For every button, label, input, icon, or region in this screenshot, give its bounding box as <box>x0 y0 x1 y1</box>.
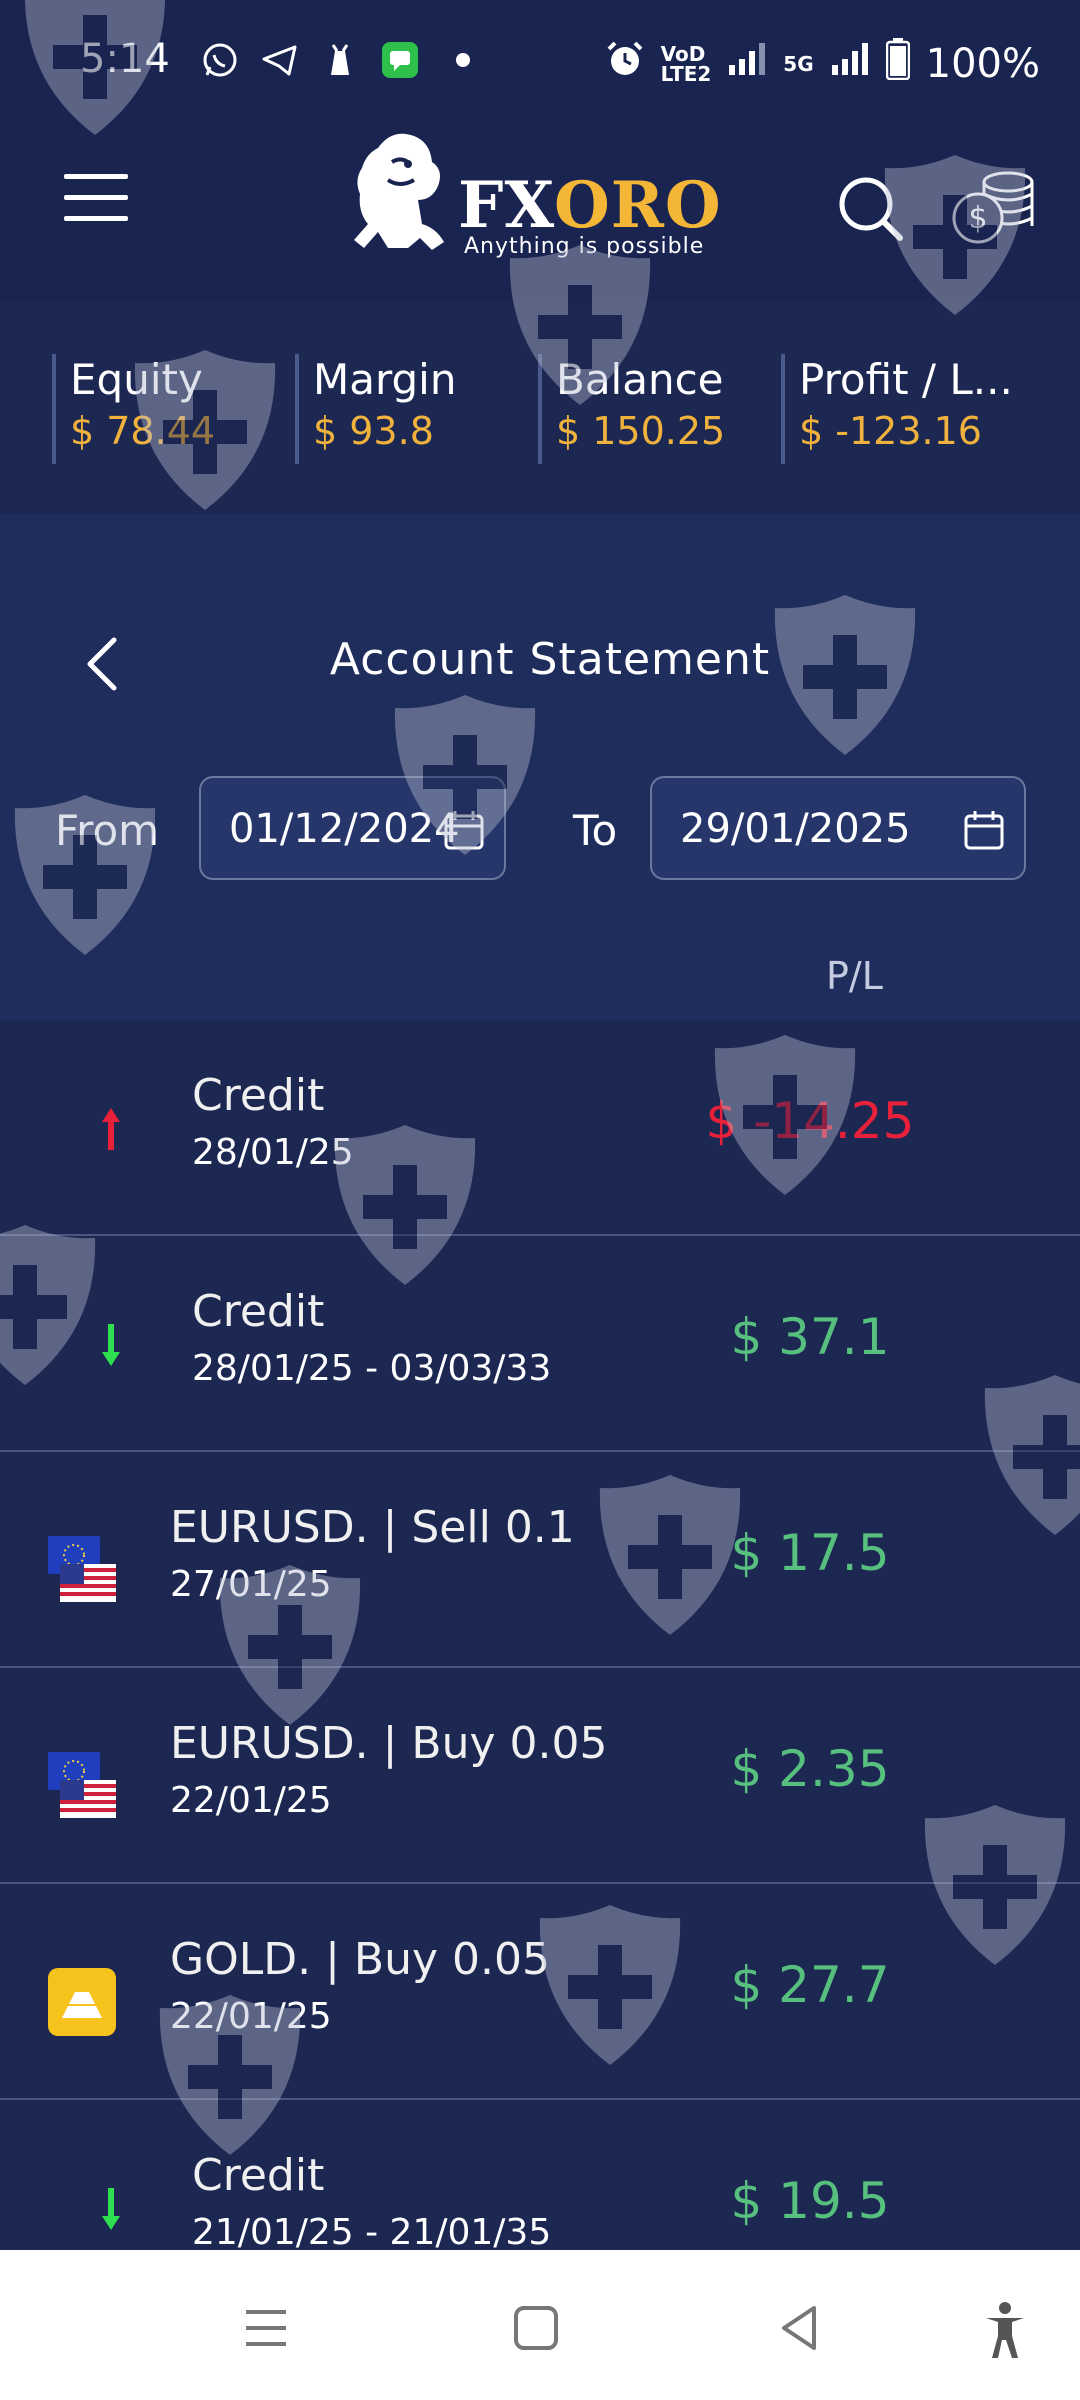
gold-bars-icon <box>48 1968 116 2036</box>
whatsapp-icon <box>200 40 240 80</box>
notification-icons <box>200 40 470 80</box>
status-bar: 5:14 VoD LTE2 5G 100% <box>0 0 1080 124</box>
menu-line <box>64 195 128 200</box>
row-title: GOLD. | Buy 0.05 <box>170 1934 550 1985</box>
signal-icon-2 <box>830 41 870 87</box>
to-date-value: 29/01/2025 <box>680 806 911 852</box>
list-item[interactable]: EURUSD. | Sell 0.1 27/01/25 $ 17.5 <box>0 1452 1080 1668</box>
row-title: EURUSD. | Sell 0.1 <box>170 1502 575 1553</box>
app-notification-icon <box>320 40 360 80</box>
deposit-coins-button[interactable]: $ <box>950 168 1036 248</box>
row-date: 22/01/25 <box>170 1780 332 1821</box>
list-item[interactable]: Credit 28/01/25 - 03/03/33 $ 37.1 <box>0 1236 1080 1452</box>
balance-label: Balance <box>556 355 724 404</box>
account-statement-panel: Account Statement From 01/12/2024 To 29/… <box>0 514 1080 2316</box>
system-status: VoD LTE2 5G 100% <box>605 38 1040 90</box>
logo-wordmark: FXORO <box>458 168 722 243</box>
list-item[interactable]: EURUSD. | Buy 0.05 22/01/25 $ 2.35 <box>0 1668 1080 1884</box>
row-amount: $ 17.5 <box>730 1524 890 1582</box>
row-amount: $ 2.35 <box>730 1740 890 1798</box>
home-icon <box>514 2306 558 2350</box>
row-amount: $ 19.5 <box>730 2172 890 2230</box>
to-date-input[interactable]: 29/01/2025 <box>650 776 1026 880</box>
search-button[interactable] <box>836 174 906 244</box>
pl-column-header: P/L <box>826 954 883 998</box>
recent-apps-button[interactable] <box>236 2300 296 2356</box>
signal-icon-1 <box>727 41 767 87</box>
fxoro-logo: FXORO Anything is possible <box>348 124 721 264</box>
accessibility-icon <box>986 2302 1024 2358</box>
profit-loss-label: Profit / L... <box>799 355 1013 404</box>
messages-icon <box>380 40 420 80</box>
alarm-icon <box>605 39 645 89</box>
more-notifications-dot <box>456 53 470 67</box>
from-date-input[interactable]: 01/12/2024 <box>199 776 506 880</box>
5g-label: 5G <box>783 52 814 76</box>
summary-profit-loss: Profit / L... $ -123.16 <box>781 354 1013 464</box>
profit-loss-value: $ -123.16 <box>799 409 982 453</box>
date-range-filter: From 01/12/2024 To 29/01/2025 <box>0 776 1080 886</box>
row-date: 22/01/25 <box>170 1996 332 2037</box>
arrow-down-icon <box>102 2188 120 2230</box>
accessibility-button[interactable] <box>980 2300 1040 2358</box>
svg-text:$: $ <box>968 201 987 236</box>
to-label: To <box>573 806 618 855</box>
coins-icon: $ <box>952 171 1034 244</box>
transaction-list: Credit 28/01/25 $ -14.25 Credit 28/01/25… <box>0 1020 1080 2316</box>
lte-label: VoD LTE2 <box>660 42 712 86</box>
account-summary: Equity $ 78.44 Margin $ 93.8 Balance $ 1… <box>0 302 1080 514</box>
eurusd-flag-icon <box>48 1752 116 1818</box>
arrow-up-icon <box>102 1108 120 1150</box>
row-amount: $ 37.1 <box>730 1308 890 1366</box>
menu-line <box>64 174 128 179</box>
equity-label: Equity <box>70 355 203 404</box>
arrow-down-icon <box>102 1324 120 1366</box>
row-title: Credit <box>192 1070 325 1121</box>
back-nav-button[interactable] <box>770 2300 830 2356</box>
row-amount: $ 27.7 <box>730 1956 890 2014</box>
battery-icon <box>885 38 910 90</box>
logo-tagline: Anything is possible <box>464 234 705 259</box>
summary-balance: Balance $ 150.25 <box>538 354 725 464</box>
summary-equity: Equity $ 78.44 <box>52 354 215 464</box>
row-date: 27/01/25 <box>170 1564 332 1605</box>
menu-line <box>64 216 128 221</box>
calendar-icon[interactable] <box>962 808 1006 852</box>
back-triangle-icon <box>782 2306 816 2350</box>
calendar-icon[interactable] <box>442 808 486 852</box>
row-date: 21/01/25 - 21/01/35 <box>192 2212 552 2253</box>
home-button[interactable] <box>506 2300 566 2356</box>
equity-value: $ 78.44 <box>70 409 216 453</box>
logo-oro: ORO <box>553 168 722 243</box>
balance-value: $ 150.25 <box>556 409 726 453</box>
list-item[interactable]: GOLD. | Buy 0.05 22/01/25 $ 27.7 <box>0 1884 1080 2100</box>
row-date: 28/01/25 - 03/03/33 <box>192 1348 552 1389</box>
from-label: From <box>55 806 160 855</box>
summary-margin: Margin $ 93.8 <box>295 354 456 464</box>
telegram-icon <box>260 40 300 80</box>
from-date-value: 01/12/2024 <box>229 806 460 852</box>
recents-icon <box>246 2310 286 2346</box>
page-title: Account Statement <box>329 634 771 685</box>
row-title: Credit <box>192 2150 325 2201</box>
system-navigation-bar <box>0 2250 1080 2400</box>
row-title: EURUSD. | Buy 0.05 <box>170 1718 608 1769</box>
list-item[interactable]: Credit 28/01/25 $ -14.25 <box>0 1020 1080 1236</box>
app-header: FXORO Anything is possible $ <box>0 124 1080 302</box>
row-date: 28/01/25 <box>192 1132 354 1173</box>
logo-fx: FX <box>458 168 554 243</box>
hamburger-menu-button[interactable] <box>64 174 128 234</box>
lion-logo-icon <box>354 133 444 250</box>
eurusd-flag-icon <box>48 1536 116 1602</box>
status-time: 5:14 <box>80 36 170 82</box>
margin-value: $ 93.8 <box>313 409 434 453</box>
search-icon <box>839 177 903 241</box>
row-title: Credit <box>192 1286 325 1337</box>
row-amount: $ -14.25 <box>705 1092 915 1150</box>
battery-percent: 100% <box>925 41 1040 87</box>
margin-label: Margin <box>313 355 457 404</box>
